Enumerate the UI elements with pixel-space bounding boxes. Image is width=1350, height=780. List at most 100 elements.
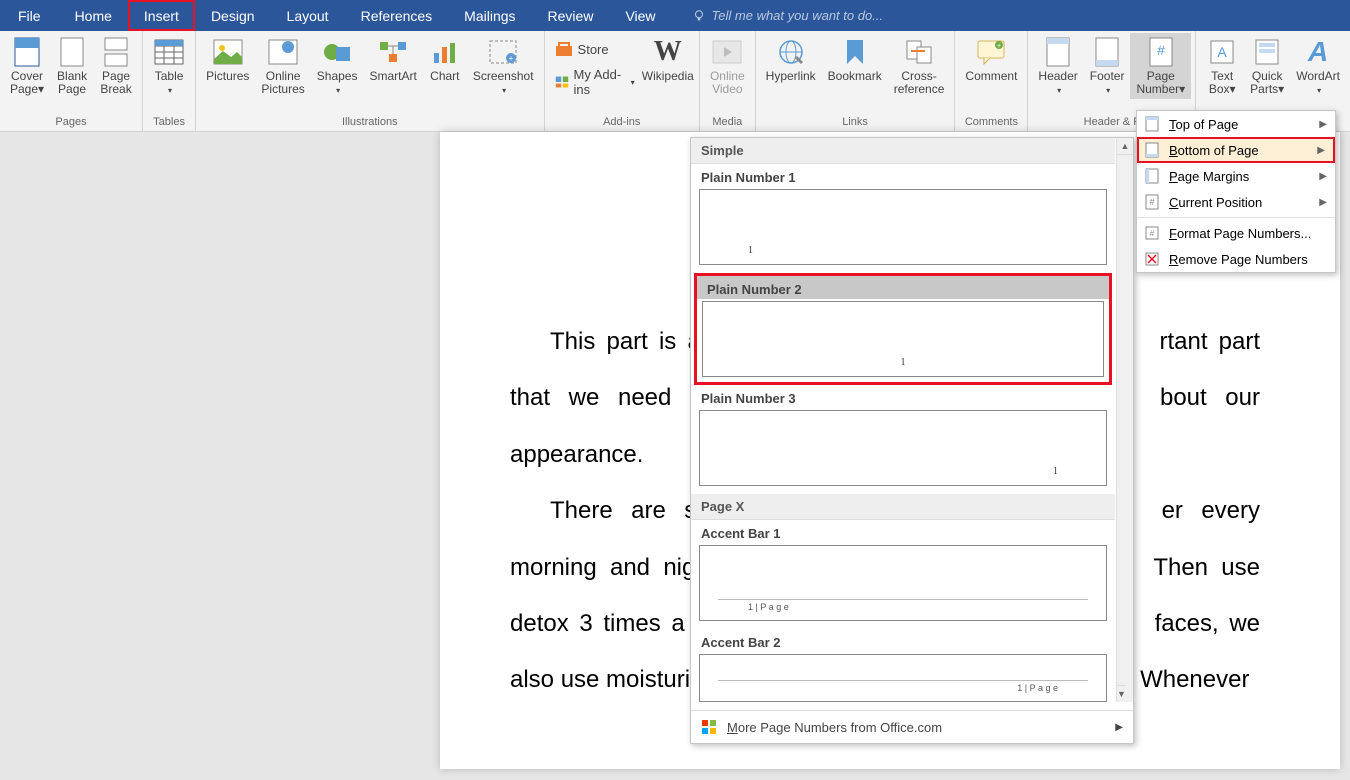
gallery-preview: 1 | P a g e xyxy=(699,654,1107,702)
menu-page-margins[interactable]: Page MarginsPage Margins ▶ xyxy=(1137,163,1335,189)
header-button[interactable]: Header▾ xyxy=(1032,33,1083,100)
blank-page-button[interactable]: BlankPage xyxy=(50,33,94,99)
tab-home[interactable]: Home xyxy=(59,0,128,31)
menu-format-page-numbers[interactable]: # Format Page Numbers...Format Page Numb… xyxy=(1137,220,1335,246)
gallery-item-plain-number-3[interactable]: Plain Number 3 1 xyxy=(691,385,1115,486)
table-button[interactable]: Table▾ xyxy=(147,33,191,100)
ribbon-group-links: Hyperlink Bookmark Cross-reference Links xyxy=(756,31,956,131)
page-number-gallery: ▲ ▼ Simple Plain Number 1 1 Plain Number… xyxy=(690,137,1134,744)
online-video-button[interactable]: OnlineVideo xyxy=(704,33,751,99)
page-number-menu: TTop of Pageop of Page ▶ Bottom of PageB… xyxy=(1136,110,1336,273)
submenu-arrow-icon: ▶ xyxy=(1319,197,1327,208)
group-label-illustrations: Illustrations xyxy=(200,114,539,131)
scroll-up-button[interactable]: ▲ xyxy=(1117,138,1133,155)
wordart-button[interactable]: A WordArt▾ xyxy=(1290,33,1346,100)
ribbon-group-media: OnlineVideo Media xyxy=(700,31,756,131)
bottom-of-page-icon xyxy=(1145,142,1159,158)
gallery-item-label: Plain Number 1 xyxy=(691,164,1115,187)
group-label-comments: Comments xyxy=(959,114,1023,131)
more-page-numbers-office[interactable]: More Page Numbers from Office.comMore Pa… xyxy=(691,710,1133,743)
office-icon xyxy=(701,719,717,735)
tell-me-search[interactable]: Tell me what you want to do... xyxy=(692,0,884,31)
chart-icon xyxy=(430,39,460,65)
tab-view[interactable]: View xyxy=(609,0,671,31)
footer-icon xyxy=(1095,37,1119,67)
tab-design[interactable]: Design xyxy=(195,0,271,31)
gallery-preview: 1 xyxy=(699,189,1107,265)
text-box-button[interactable]: A TextBox▾ xyxy=(1200,33,1244,99)
gallery-item-accent-bar-2[interactable]: Accent Bar 2 1 | P a g e xyxy=(691,629,1115,702)
scroll-down-button[interactable]: ▼ xyxy=(1117,685,1126,702)
hyperlink-button[interactable]: Hyperlink xyxy=(760,33,822,86)
tab-layout[interactable]: Layout xyxy=(271,0,345,31)
online-video-icon xyxy=(712,40,742,64)
chart-button[interactable]: Chart xyxy=(423,33,467,86)
quick-parts-button[interactable]: QuickParts▾ xyxy=(1244,33,1290,99)
wordart-icon: A xyxy=(1308,36,1328,68)
smartart-button[interactable]: SmartArt xyxy=(363,33,422,86)
group-label-tables: Tables xyxy=(147,114,191,131)
pictures-button[interactable]: Pictures xyxy=(200,33,255,86)
gallery-scrollbar[interactable]: ▲ ▼ xyxy=(1116,138,1133,702)
menu-tab-bar: File Home Insert Design Layout Reference… xyxy=(0,0,1350,31)
gallery-preview: 1 xyxy=(699,410,1107,486)
tab-review[interactable]: Review xyxy=(532,0,610,31)
tab-file[interactable]: File xyxy=(0,0,59,31)
header-icon xyxy=(1046,37,1070,67)
gallery-item-plain-number-1[interactable]: Plain Number 1 1 xyxy=(691,164,1115,265)
shapes-button[interactable]: Shapes▾ xyxy=(311,33,364,100)
current-position-icon: # xyxy=(1145,194,1159,210)
online-pictures-button[interactable]: OnlinePictures xyxy=(255,33,310,99)
screenshot-button[interactable]: + Screenshot▾ xyxy=(467,33,540,100)
page-number-button[interactable]: # PageNumber▾ xyxy=(1130,33,1191,99)
online-pictures-icon xyxy=(268,39,298,65)
menu-bottom-of-page[interactable]: Bottom of PageBottom of Page ▶ xyxy=(1137,137,1335,163)
tab-mailings[interactable]: Mailings xyxy=(448,0,531,31)
gallery-section-pagex: Page X xyxy=(691,494,1115,520)
ribbon-group-pages: CoverPage▾ BlankPage PageBreak Pages xyxy=(0,31,143,131)
bookmark-icon xyxy=(843,38,867,66)
svg-text:#: # xyxy=(1149,197,1154,207)
gallery-section-simple: Simple xyxy=(691,138,1115,164)
svg-text:#: # xyxy=(1157,42,1165,58)
quick-parts-icon xyxy=(1254,38,1280,66)
menu-current-position[interactable]: # Current PositionCurrent Position ▶ xyxy=(1137,189,1335,215)
gallery-preview: 1 xyxy=(702,301,1104,377)
group-label-pages: Pages xyxy=(4,114,138,131)
top-of-page-icon xyxy=(1145,116,1159,132)
ribbon-group-comments: + Comment Comments xyxy=(955,31,1028,131)
table-icon xyxy=(154,39,184,65)
tab-insert[interactable]: Insert xyxy=(128,0,195,31)
wikipedia-button[interactable]: W Wikipedia xyxy=(641,33,695,86)
bookmark-button[interactable]: Bookmark xyxy=(822,33,888,86)
svg-text:A: A xyxy=(1218,44,1228,60)
store-button[interactable]: Store xyxy=(555,37,635,61)
my-addins-button[interactable]: My Add-ins ▾ xyxy=(555,63,635,101)
group-label-media: Media xyxy=(704,114,751,131)
cover-page-button[interactable]: CoverPage▾ xyxy=(4,33,50,99)
text-box-icon: A xyxy=(1209,39,1235,65)
tab-references[interactable]: References xyxy=(345,0,449,31)
comment-button[interactable]: + Comment xyxy=(959,33,1023,86)
menu-remove-page-numbers[interactable]: Remove Page NumbersRemove Page Numbers xyxy=(1137,246,1335,272)
gallery-item-label: Accent Bar 2 xyxy=(691,629,1115,652)
gallery-item-label: Plain Number 2 xyxy=(697,276,1109,299)
hyperlink-icon xyxy=(776,39,806,65)
gallery-item-plain-number-2[interactable]: Plain Number 2 1 xyxy=(694,273,1112,385)
menu-top-of-page[interactable]: TTop of Pageop of Page ▶ xyxy=(1137,111,1335,137)
format-page-numbers-icon: # xyxy=(1145,226,1159,240)
svg-text:#: # xyxy=(1150,229,1155,238)
submenu-arrow-icon: ▶ xyxy=(1319,119,1327,130)
submenu-arrow-icon: ▶ xyxy=(1115,722,1123,733)
cross-reference-button[interactable]: Cross-reference xyxy=(888,33,951,99)
gallery-item-accent-bar-1[interactable]: Accent Bar 1 1 | P a g e xyxy=(691,520,1115,621)
footer-button[interactable]: Footer▾ xyxy=(1084,33,1131,100)
page-break-button[interactable]: PageBreak xyxy=(94,33,138,99)
ribbon-group-tables: Table▾ Tables xyxy=(143,31,196,131)
submenu-arrow-icon: ▶ xyxy=(1319,171,1327,182)
remove-page-numbers-icon xyxy=(1145,252,1159,266)
smartart-icon xyxy=(378,40,408,64)
group-label-links: Links xyxy=(760,114,951,131)
svg-text:+: + xyxy=(509,54,514,63)
wikipedia-icon: W xyxy=(654,36,682,68)
